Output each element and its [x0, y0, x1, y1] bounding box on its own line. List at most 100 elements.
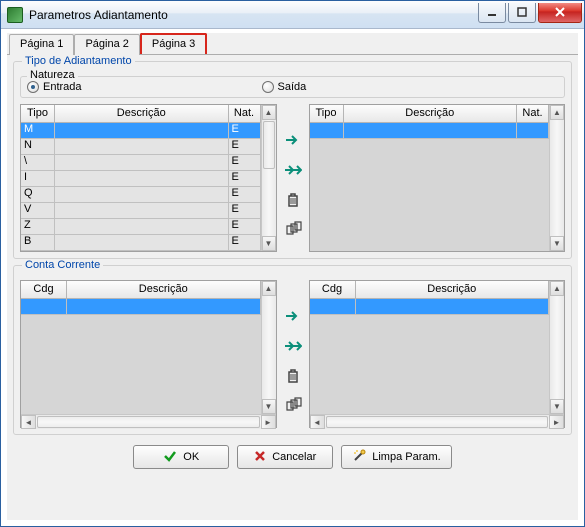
maximize-button[interactable] [508, 3, 536, 23]
scroll-thumb[interactable] [326, 416, 549, 428]
col-cdg[interactable]: Cdg [310, 281, 356, 298]
radio-entrada-label: Entrada [43, 81, 82, 93]
scrollbar-vertical[interactable]: ▲ ▼ [261, 105, 276, 251]
scroll-down-icon[interactable]: ▼ [550, 236, 564, 251]
close-button[interactable] [538, 3, 582, 23]
scrollbar-vertical[interactable]: ▲ ▼ [261, 281, 276, 414]
limpa-param-button[interactable]: Limpa Param. [341, 445, 451, 469]
group-legend: Conta Corrente [22, 259, 103, 271]
scroll-left-icon[interactable]: ◄ [310, 415, 325, 429]
col-cdg[interactable]: Cdg [21, 281, 67, 298]
add-one-button[interactable] [283, 306, 303, 326]
scroll-up-icon[interactable]: ▲ [550, 105, 564, 120]
scrollbar-horizontal[interactable]: ◄ ► [310, 414, 565, 429]
group-legend: Tipo de Adiantamento [22, 55, 135, 67]
scroll-up-icon[interactable]: ▲ [262, 281, 276, 296]
scrollbar-vertical[interactable]: ▲ ▼ [549, 281, 564, 414]
client-area: Página 1 Página 2 Página 3 Tipo de Adian… [7, 33, 578, 520]
scrollbar-vertical[interactable]: ▲ ▼ [549, 105, 564, 251]
radio-entrada-icon [27, 81, 39, 93]
table-row[interactable] [310, 299, 550, 315]
scroll-thumb[interactable] [37, 416, 260, 428]
limpa-label: Limpa Param. [372, 451, 440, 463]
table-row[interactable]: ME [21, 123, 261, 139]
scroll-thumb[interactable] [263, 121, 275, 169]
table-row[interactable]: VE [21, 203, 261, 219]
tab-pagina-2[interactable]: Página 2 [74, 34, 139, 55]
radio-saida-label: Saída [278, 81, 307, 93]
cancel-label: Cancelar [272, 451, 316, 463]
conta-dual-list: Cdg Descrição ▲ [20, 280, 565, 428]
col-nat[interactable]: Nat. [229, 105, 261, 122]
tipo-right-grid[interactable]: Tipo Descrição Nat. ▲ [309, 104, 566, 252]
ok-label: OK [183, 451, 199, 463]
group-tipo-adiantamento: Tipo de Adiantamento Natureza Entrada Sa… [13, 61, 572, 259]
x-icon [254, 450, 266, 465]
tipo-right-header: Tipo Descrição Nat. [310, 105, 550, 123]
conta-left-pane: Cdg Descrição ▲ [20, 280, 277, 428]
add-one-button[interactable] [283, 130, 303, 150]
col-nat[interactable]: Nat. [517, 105, 549, 122]
conta-right-pane: Cdg Descrição ▲ [309, 280, 566, 428]
conta-right-header: Cdg Descrição [310, 281, 550, 299]
tipo-transfer-buttons [281, 104, 305, 252]
table-row[interactable]: \E [21, 155, 261, 171]
remove-one-button[interactable] [283, 366, 303, 386]
table-row[interactable] [310, 123, 550, 139]
titlebar: Parametros Adiantamento [1, 1, 584, 29]
table-row[interactable]: NE [21, 139, 261, 155]
scrollbar-horizontal[interactable]: ◄ ► [21, 414, 276, 429]
tipo-left-grid[interactable]: Tipo Descrição Nat. MENE\EIEQEVEZEBE ▲ ▼ [20, 104, 277, 252]
tab-strip: Página 1 Página 2 Página 3 [7, 33, 578, 55]
radio-saida[interactable]: Saída [262, 81, 307, 93]
check-icon [163, 449, 177, 466]
natureza-legend: Natureza [27, 69, 78, 81]
col-tipo[interactable]: Tipo [21, 105, 55, 122]
col-descricao[interactable]: Descrição [67, 281, 261, 298]
scroll-right-icon[interactable]: ► [261, 415, 276, 429]
table-row[interactable]: QE [21, 187, 261, 203]
scroll-left-icon[interactable]: ◄ [21, 415, 36, 429]
window-title: Parametros Adiantamento [29, 8, 476, 22]
group-natureza: Natureza Entrada Saída [20, 76, 565, 98]
conta-transfer-buttons [281, 280, 305, 428]
ok-button[interactable]: OK [133, 445, 229, 469]
col-descricao[interactable]: Descrição [55, 105, 229, 122]
app-icon [7, 7, 23, 23]
dialog-buttons: OK Cancelar Limpa Param. [7, 437, 578, 473]
scroll-up-icon[interactable]: ▲ [262, 105, 276, 120]
table-row[interactable]: BE [21, 235, 261, 251]
table-row[interactable] [21, 299, 261, 315]
remove-all-button[interactable] [283, 220, 303, 240]
tipo-dual-list: Tipo Descrição Nat. MENE\EIEQEVEZEBE ▲ ▼ [20, 104, 565, 252]
minimize-button[interactable] [478, 3, 506, 23]
tipo-left-pane: Tipo Descrição Nat. MENE\EIEQEVEZEBE ▲ ▼ [20, 104, 277, 252]
window-controls [476, 3, 582, 23]
tab-pagina-3[interactable]: Página 3 [140, 33, 207, 54]
add-all-button[interactable] [283, 160, 303, 180]
remove-all-button[interactable] [283, 396, 303, 416]
scroll-right-icon[interactable]: ► [549, 415, 564, 429]
scroll-up-icon[interactable]: ▲ [550, 281, 564, 296]
scroll-down-icon[interactable]: ▼ [262, 236, 276, 251]
col-descricao[interactable]: Descrição [356, 281, 550, 298]
remove-one-button[interactable] [283, 190, 303, 210]
group-conta-corrente: Conta Corrente Cdg Descrição [13, 265, 572, 435]
col-descricao[interactable]: Descrição [344, 105, 518, 122]
scroll-down-icon[interactable]: ▼ [262, 399, 276, 414]
conta-right-grid[interactable]: Cdg Descrição ▲ [309, 280, 566, 428]
app-window: Parametros Adiantamento Página 1 Página … [0, 0, 585, 527]
col-tipo[interactable]: Tipo [310, 105, 344, 122]
tipo-right-pane: Tipo Descrição Nat. ▲ [309, 104, 566, 252]
scroll-down-icon[interactable]: ▼ [550, 399, 564, 414]
table-row[interactable]: IE [21, 171, 261, 187]
conta-left-header: Cdg Descrição [21, 281, 261, 299]
wand-icon [352, 449, 366, 466]
conta-left-grid[interactable]: Cdg Descrição ▲ [20, 280, 277, 428]
tab-pagina-1[interactable]: Página 1 [9, 34, 74, 55]
tipo-left-header: Tipo Descrição Nat. [21, 105, 261, 123]
radio-entrada[interactable]: Entrada [27, 81, 82, 93]
cancel-button[interactable]: Cancelar [237, 445, 333, 469]
add-all-button[interactable] [283, 336, 303, 356]
table-row[interactable]: ZE [21, 219, 261, 235]
